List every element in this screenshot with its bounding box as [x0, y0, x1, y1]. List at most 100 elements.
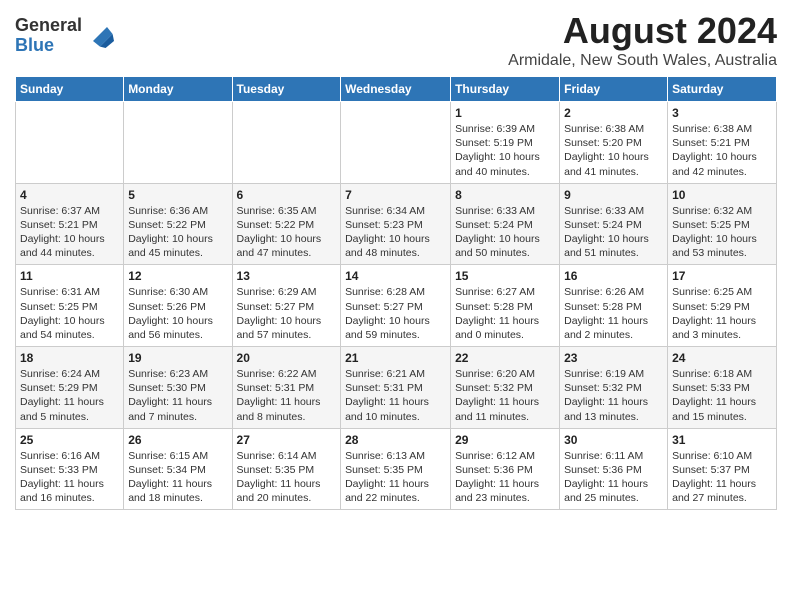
day-number: 5: [128, 188, 227, 202]
day-number: 31: [672, 433, 772, 447]
day-info: Sunrise: 6:10 AM Sunset: 5:37 PM Dayligh…: [672, 449, 772, 506]
day-info: Sunrise: 6:16 AM Sunset: 5:33 PM Dayligh…: [20, 449, 119, 506]
day-info: Sunrise: 6:39 AM Sunset: 5:19 PM Dayligh…: [455, 122, 555, 179]
day-number: 27: [237, 433, 337, 447]
day-info: Sunrise: 6:27 AM Sunset: 5:28 PM Dayligh…: [455, 285, 555, 342]
day-info: Sunrise: 6:35 AM Sunset: 5:22 PM Dayligh…: [237, 204, 337, 261]
day-number: 15: [455, 269, 555, 283]
calendar-cell: [341, 102, 451, 184]
day-info: Sunrise: 6:13 AM Sunset: 5:35 PM Dayligh…: [345, 449, 446, 506]
day-info: Sunrise: 6:37 AM Sunset: 5:21 PM Dayligh…: [20, 204, 119, 261]
day-number: 30: [564, 433, 663, 447]
day-number: 25: [20, 433, 119, 447]
logo-icon: [86, 20, 114, 48]
calendar-cell: 22Sunrise: 6:20 AM Sunset: 5:32 PM Dayli…: [451, 347, 560, 429]
day-number: 24: [672, 351, 772, 365]
calendar: SundayMondayTuesdayWednesdayThursdayFrid…: [15, 76, 777, 510]
day-info: Sunrise: 6:33 AM Sunset: 5:24 PM Dayligh…: [455, 204, 555, 261]
day-info: Sunrise: 6:18 AM Sunset: 5:33 PM Dayligh…: [672, 367, 772, 424]
day-info: Sunrise: 6:29 AM Sunset: 5:27 PM Dayligh…: [237, 285, 337, 342]
day-info: Sunrise: 6:38 AM Sunset: 5:20 PM Dayligh…: [564, 122, 663, 179]
day-info: Sunrise: 6:15 AM Sunset: 5:34 PM Dayligh…: [128, 449, 227, 506]
calendar-cell: 20Sunrise: 6:22 AM Sunset: 5:31 PM Dayli…: [232, 347, 341, 429]
header: General Blue August 2024 Armidale, New S…: [15, 10, 777, 70]
day-info: Sunrise: 6:33 AM Sunset: 5:24 PM Dayligh…: [564, 204, 663, 261]
weekday-header: Thursday: [451, 77, 560, 102]
weekday-header: Wednesday: [341, 77, 451, 102]
calendar-cell: 8 Sunrise: 6:33 AM Sunset: 5:24 PM Daylig…: [451, 183, 560, 265]
calendar-week-row: 1 Sunrise: 6:39 AM Sunset: 5:19 PM Daylig…: [16, 102, 777, 184]
calendar-cell: 18 Sunrise: 6:24 AM Sunset: 5:29 PM Dayli…: [16, 347, 124, 429]
day-number: 28: [345, 433, 446, 447]
day-info: Sunrise: 6:26 AM Sunset: 5:28 PM Dayligh…: [564, 285, 663, 342]
weekday-header: Tuesday: [232, 77, 341, 102]
logo: General Blue: [15, 16, 114, 56]
day-info: Sunrise: 6:20 AM Sunset: 5:32 PM Dayligh…: [455, 367, 555, 424]
day-number: 6: [237, 188, 337, 202]
weekday-header: Saturday: [668, 77, 777, 102]
day-number: 2: [564, 106, 663, 120]
day-info: Sunrise: 6:36 AM Sunset: 5:22 PM Dayligh…: [128, 204, 227, 261]
calendar-cell: 31 Sunrise: 6:10 AM Sunset: 5:37 PM Dayli…: [668, 428, 777, 510]
weekday-header: Friday: [560, 77, 668, 102]
day-info: Sunrise: 6:14 AM Sunset: 5:35 PM Dayligh…: [237, 449, 337, 506]
day-number: 29: [455, 433, 555, 447]
calendar-cell: [124, 102, 232, 184]
main-title: August 2024: [508, 10, 777, 52]
day-number: 11: [20, 269, 119, 283]
day-info: Sunrise: 6:30 AM Sunset: 5:26 PM Dayligh…: [128, 285, 227, 342]
calendar-cell: 3 Sunrise: 6:38 AM Sunset: 5:21 PM Daylig…: [668, 102, 777, 184]
calendar-cell: 26Sunrise: 6:15 AM Sunset: 5:34 PM Dayli…: [124, 428, 232, 510]
day-info: Sunrise: 6:11 AM Sunset: 5:36 PM Dayligh…: [564, 449, 663, 506]
day-number: 23: [564, 351, 663, 365]
day-info: Sunrise: 6:23 AM Sunset: 5:30 PM Dayligh…: [128, 367, 227, 424]
day-number: 1: [455, 106, 555, 120]
day-number: 12: [128, 269, 227, 283]
calendar-cell: 24 Sunrise: 6:18 AM Sunset: 5:33 PM Dayli…: [668, 347, 777, 429]
calendar-cell: 25 Sunrise: 6:16 AM Sunset: 5:33 PM Dayli…: [16, 428, 124, 510]
calendar-cell: 5 Sunrise: 6:36 AM Sunset: 5:22 PM Daylig…: [124, 183, 232, 265]
calendar-cell: 1 Sunrise: 6:39 AM Sunset: 5:19 PM Daylig…: [451, 102, 560, 184]
day-number: 3: [672, 106, 772, 120]
day-info: Sunrise: 6:34 AM Sunset: 5:23 PM Dayligh…: [345, 204, 446, 261]
calendar-week-row: 25 Sunrise: 6:16 AM Sunset: 5:33 PM Dayli…: [16, 428, 777, 510]
day-number: 8: [455, 188, 555, 202]
calendar-cell: [16, 102, 124, 184]
day-number: 19: [128, 351, 227, 365]
calendar-cell: 17Sunrise: 6:25 AM Sunset: 5:29 PM Dayli…: [668, 265, 777, 347]
day-number: 4: [20, 188, 119, 202]
day-number: 9: [564, 188, 663, 202]
calendar-cell: 28 Sunrise: 6:13 AM Sunset: 5:35 PM Dayli…: [341, 428, 451, 510]
day-info: Sunrise: 6:31 AM Sunset: 5:25 PM Dayligh…: [20, 285, 119, 342]
calendar-cell: 4 Sunrise: 6:37 AM Sunset: 5:21 PM Daylig…: [16, 183, 124, 265]
day-info: Sunrise: 6:24 AM Sunset: 5:29 PM Dayligh…: [20, 367, 119, 424]
calendar-cell: 11 Sunrise: 6:31 AM Sunset: 5:25 PM Dayli…: [16, 265, 124, 347]
calendar-cell: 13 Sunrise: 6:29 AM Sunset: 5:27 PM Dayli…: [232, 265, 341, 347]
day-info: Sunrise: 6:28 AM Sunset: 5:27 PM Dayligh…: [345, 285, 446, 342]
calendar-cell: 2 Sunrise: 6:38 AM Sunset: 5:20 PM Daylig…: [560, 102, 668, 184]
calendar-cell: 27 Sunrise: 6:14 AM Sunset: 5:35 PM Dayli…: [232, 428, 341, 510]
day-info: Sunrise: 6:32 AM Sunset: 5:25 PM Dayligh…: [672, 204, 772, 261]
calendar-week-row: 11 Sunrise: 6:31 AM Sunset: 5:25 PM Dayli…: [16, 265, 777, 347]
day-number: 17: [672, 269, 772, 283]
calendar-cell: 7 Sunrise: 6:34 AM Sunset: 5:23 PM Daylig…: [341, 183, 451, 265]
calendar-cell: 23Sunrise: 6:19 AM Sunset: 5:32 PM Dayli…: [560, 347, 668, 429]
weekday-header-row: SundayMondayTuesdayWednesdayThursdayFrid…: [16, 77, 777, 102]
day-number: 10: [672, 188, 772, 202]
calendar-cell: 16 Sunrise: 6:26 AM Sunset: 5:28 PM Dayli…: [560, 265, 668, 347]
calendar-cell: 6 Sunrise: 6:35 AM Sunset: 5:22 PM Daylig…: [232, 183, 341, 265]
day-number: 18: [20, 351, 119, 365]
logo-blue: Blue: [15, 36, 82, 56]
day-info: Sunrise: 6:12 AM Sunset: 5:36 PM Dayligh…: [455, 449, 555, 506]
calendar-cell: 29 Sunrise: 6:12 AM Sunset: 5:36 PM Dayli…: [451, 428, 560, 510]
title-area: August 2024 Armidale, New South Wales, A…: [508, 10, 777, 70]
weekday-header: Sunday: [16, 77, 124, 102]
day-number: 13: [237, 269, 337, 283]
day-info: Sunrise: 6:22 AM Sunset: 5:31 PM Dayligh…: [237, 367, 337, 424]
day-number: 16: [564, 269, 663, 283]
logo-general: General: [15, 16, 82, 36]
logo-text: General Blue: [15, 16, 82, 56]
calendar-cell: 9 Sunrise: 6:33 AM Sunset: 5:24 PM Daylig…: [560, 183, 668, 265]
day-number: 7: [345, 188, 446, 202]
day-info: Sunrise: 6:38 AM Sunset: 5:21 PM Dayligh…: [672, 122, 772, 179]
